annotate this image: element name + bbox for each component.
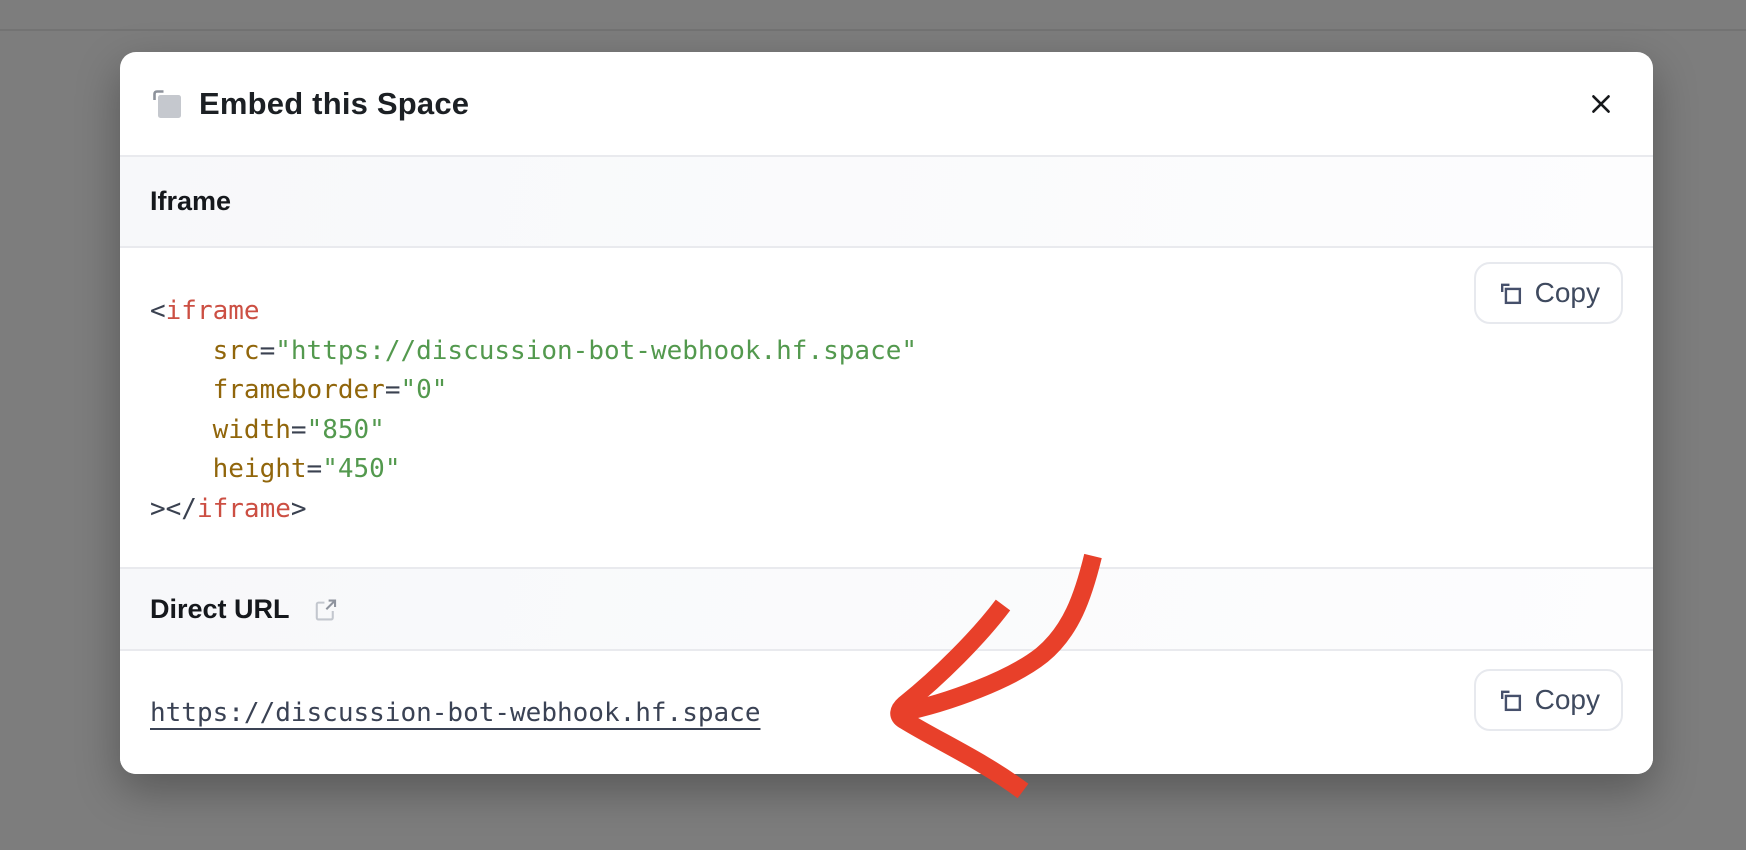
iframe-section-header: Iframe [120, 155, 1653, 248]
external-link-icon[interactable] [312, 596, 339, 623]
modal-title: Embed this Space [199, 86, 469, 122]
embed-code-block[interactable]: <iframe src="https://discussion-bot-webh… [150, 292, 1623, 529]
copy-url-button[interactable]: Copy [1474, 669, 1623, 731]
copy-button-label: Copy [1535, 684, 1600, 716]
copy-squares-icon [150, 87, 184, 121]
copy-icon [1497, 280, 1524, 307]
close-icon [1588, 91, 1614, 117]
close-button[interactable] [1579, 82, 1623, 126]
direct-url-row: https://discussion-bot-webhook.hf.space … [120, 651, 1653, 774]
iframe-code-section: <iframe src="https://discussion-bot-webh… [120, 248, 1653, 567]
screen: Embed this Space Iframe <iframe src="htt… [0, 0, 1746, 850]
copy-icon [1497, 687, 1524, 714]
copy-iframe-button[interactable]: Copy [1474, 262, 1623, 324]
copy-button-label: Copy [1535, 277, 1600, 309]
direct-url-heading: Direct URL [150, 594, 290, 625]
direct-url-link[interactable]: https://discussion-bot-webhook.hf.space [150, 698, 760, 728]
modal-header: Embed this Space [120, 52, 1653, 155]
iframe-heading: Iframe [150, 186, 231, 217]
embed-space-modal: Embed this Space Iframe <iframe src="htt… [120, 52, 1653, 774]
page-edge-line [0, 29, 1746, 31]
direct-url-section-header: Direct URL [120, 567, 1653, 651]
